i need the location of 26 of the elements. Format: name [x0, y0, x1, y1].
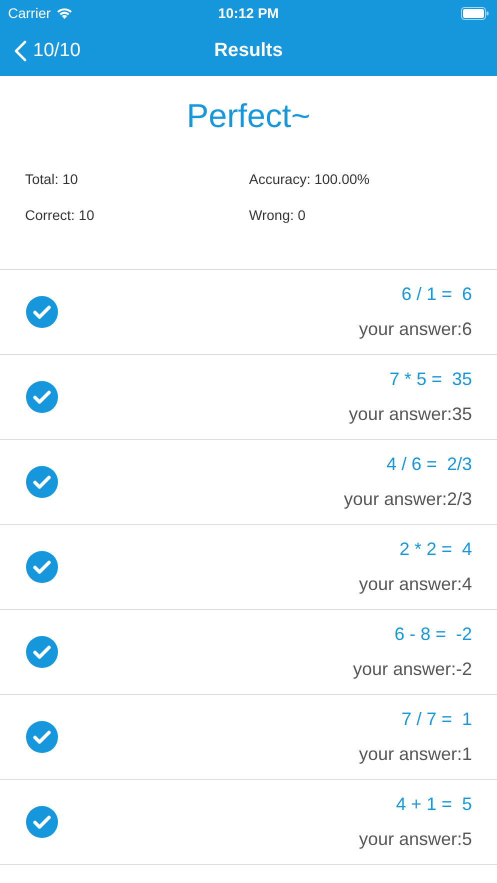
status-time: 10:12 PM — [218, 5, 279, 21]
equation-text: 7 / 7 = 1 — [401, 709, 472, 730]
equation-text: 4 + 1 = 5 — [396, 794, 472, 815]
equation-text: 2 * 2 = 4 — [399, 539, 472, 560]
back-button[interactable]: 10/10 — [0, 40, 81, 62]
carrier-label: Carrier — [8, 5, 51, 21]
result-heading: Perfect~ — [186, 96, 312, 136]
equation-text: 7 * 5 = 35 — [389, 369, 472, 390]
equation-text: 6 - 8 = -2 — [394, 624, 472, 645]
answer-text: your answer:1 — [358, 744, 472, 765]
answer-text: your answer:4 — [358, 574, 472, 595]
stat-label: Accuracy: 100.00% — [249, 171, 371, 187]
answer-text: your answer:2/3 — [344, 489, 472, 510]
answer-text: your answer:-2 — [352, 659, 472, 680]
stat-label: Wrong: 0 — [249, 207, 307, 223]
wifi-icon — [56, 7, 73, 19]
nav-title: Results — [214, 40, 283, 62]
equation-text: 4 / 6 = 2/3 — [386, 454, 472, 475]
chevron-left-icon — [14, 40, 27, 62]
answer-text: your answer:5 — [358, 829, 472, 850]
answer-text: your answer:6 — [358, 319, 472, 340]
equation-text: 6 / 1 = 6 — [401, 284, 472, 305]
battery-icon — [461, 6, 489, 20]
answer-text: your answer:35 — [348, 404, 472, 425]
stat-label: Correct: 10 — [25, 207, 96, 223]
stat-label: Total: 10 — [25, 171, 79, 187]
